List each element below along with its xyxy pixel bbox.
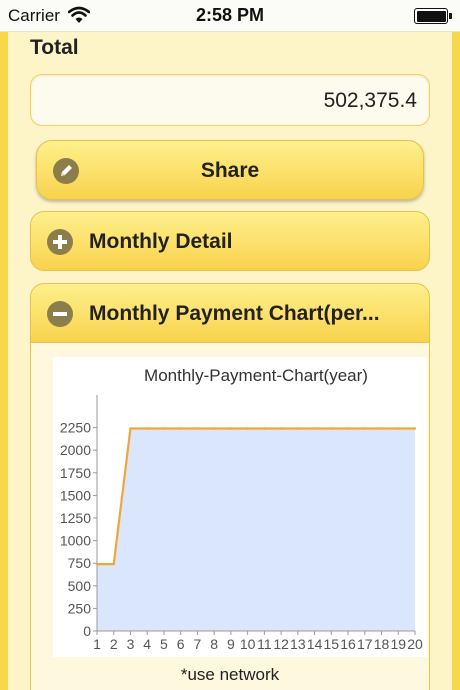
status-time: 2:58 PM xyxy=(195,5,265,25)
x-tick-label: 13 xyxy=(290,636,306,652)
data-point xyxy=(346,427,350,430)
data-point xyxy=(279,427,283,430)
right-border xyxy=(452,32,460,690)
data-point xyxy=(413,427,417,430)
y-tick-label: 1250 xyxy=(60,510,91,526)
data-point xyxy=(397,427,400,430)
monthly-payment-chart-header[interactable]: Monthly Payment Chart(per... xyxy=(30,283,430,343)
chart-panel-body: Monthly-Payment-Chart(year) 0 250 500 750 100… xyxy=(30,343,430,690)
data-point xyxy=(330,427,333,430)
x-tick-label: 9 xyxy=(227,636,235,652)
data-point xyxy=(129,427,132,430)
data-point xyxy=(112,562,115,566)
chart-container: Monthly-Payment-Chart(year) 0 250 500 750 100… xyxy=(53,357,427,657)
data-point xyxy=(380,427,383,430)
monthly-detail-label: Monthly Detail xyxy=(89,230,233,253)
status-bar: Carrier 2:58 PM xyxy=(0,0,460,32)
share-label: Share xyxy=(200,159,260,182)
network-note: *use network xyxy=(180,665,280,684)
x-tick-label: 20 xyxy=(407,636,423,652)
y-tick-label: 2000 xyxy=(60,442,91,458)
series-area xyxy=(97,428,415,631)
share-button[interactable]: Share xyxy=(36,140,424,200)
y-tick-label: 750 xyxy=(68,555,92,571)
x-tick-label: 12 xyxy=(273,636,289,652)
data-point xyxy=(246,427,249,430)
x-tick-label: 8 xyxy=(210,636,218,652)
x-tick-label: 17 xyxy=(357,636,373,652)
x-tick-label: 11 xyxy=(257,636,272,652)
data-point xyxy=(179,427,182,430)
total-value: 502,375.4 xyxy=(323,89,417,112)
data-point xyxy=(212,427,216,430)
total-field[interactable]: 502,375.4 xyxy=(30,74,430,126)
y-tick-label: 2250 xyxy=(60,420,91,436)
y-tick-label: 500 xyxy=(68,578,92,594)
data-point xyxy=(263,427,266,430)
x-tick-label: 2 xyxy=(110,636,118,652)
monthly-payment-chart-label: Monthly Payment Chart(per... xyxy=(89,302,380,325)
total-label: Total xyxy=(30,36,79,59)
x-tick-label: 15 xyxy=(324,636,340,652)
y-tick-label: 1000 xyxy=(60,533,91,549)
y-tick-label: 0 xyxy=(83,623,91,639)
battery-icon xyxy=(414,8,448,24)
battery-tip xyxy=(449,13,452,19)
data-point xyxy=(162,427,166,430)
chart-title: Monthly-Payment-Chart(year) xyxy=(144,366,368,385)
x-tick-label: 1 xyxy=(93,636,101,652)
data-point xyxy=(146,427,149,430)
monthly-detail-header[interactable]: Monthly Detail xyxy=(30,211,430,271)
x-tick-label: 5 xyxy=(160,636,168,652)
data-point xyxy=(229,427,233,430)
x-tick-label: 10 xyxy=(240,636,256,652)
x-tick-label: 3 xyxy=(127,636,135,652)
minus-icon xyxy=(47,301,73,327)
x-tick-label: 14 xyxy=(307,636,323,652)
x-tick-label: 16 xyxy=(340,636,356,652)
left-border xyxy=(0,32,8,690)
x-tick-label: 7 xyxy=(194,636,202,652)
data-point xyxy=(296,427,300,430)
data-point xyxy=(95,562,99,566)
x-tick-label: 18 xyxy=(374,636,390,652)
plus-icon xyxy=(47,229,73,255)
y-tick-label: 1750 xyxy=(60,465,91,481)
data-point xyxy=(196,427,199,430)
data-point xyxy=(363,427,366,430)
x-tick-label: 4 xyxy=(143,636,151,652)
y-tick-label: 250 xyxy=(68,600,92,616)
x-tick-label: 19 xyxy=(390,636,406,652)
y-tick-label: 1500 xyxy=(60,487,91,503)
monthly-payment-chart: Monthly-Payment-Chart(year) 0 250 500 750 100… xyxy=(60,366,423,652)
data-point xyxy=(313,427,316,430)
x-tick-label: 6 xyxy=(177,636,185,652)
